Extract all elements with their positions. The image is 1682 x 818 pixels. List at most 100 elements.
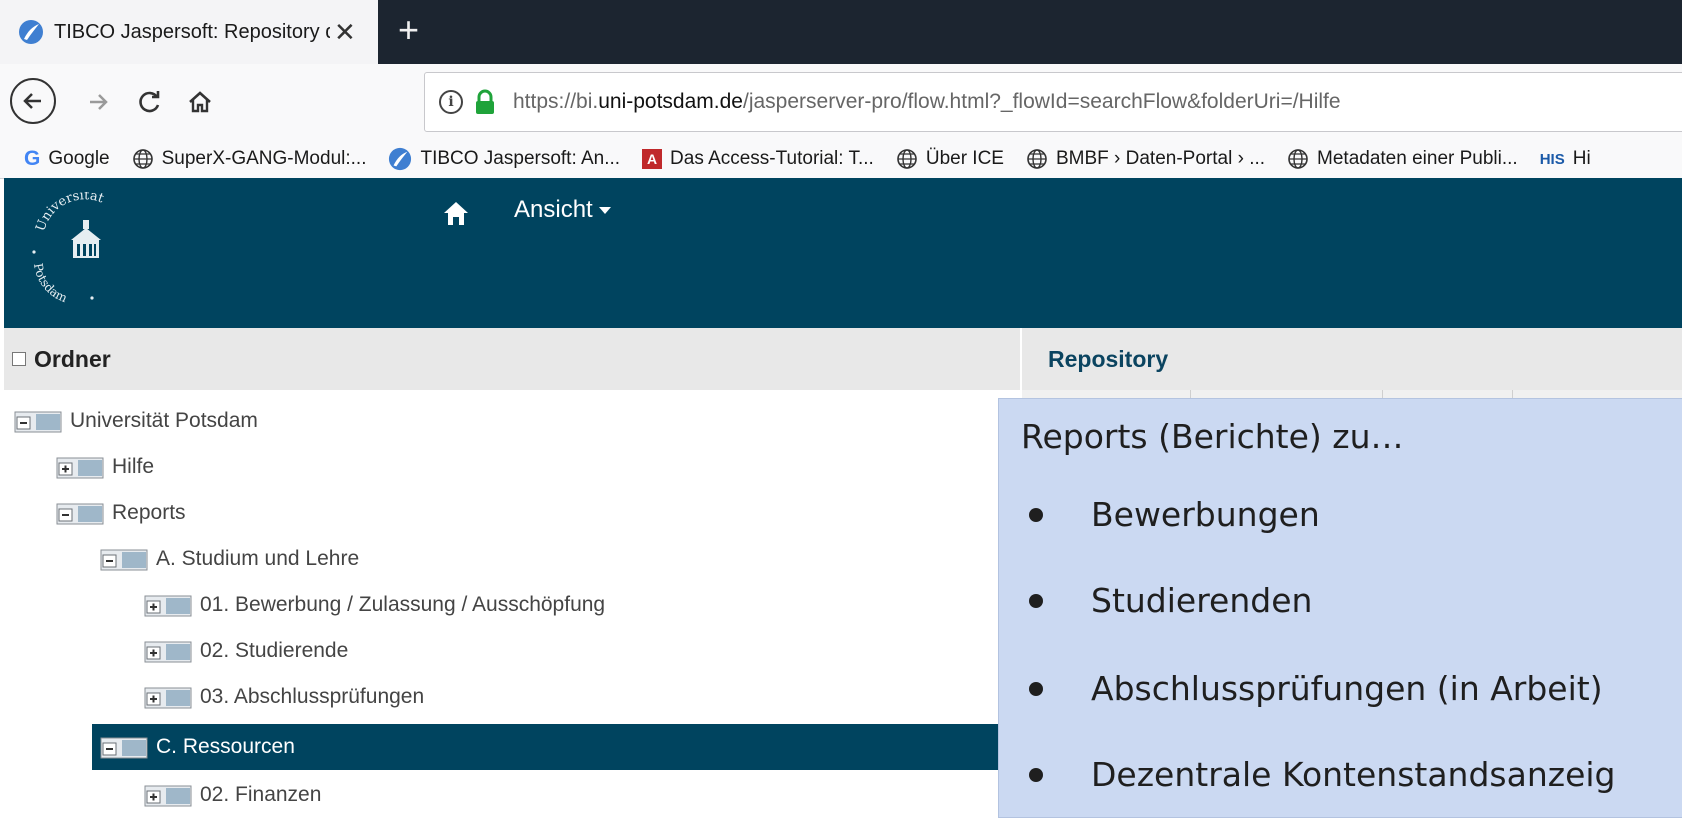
- folder-panel-header: Ordner: [4, 328, 1020, 390]
- folder-open-icon: [56, 503, 104, 525]
- bookmark-ice[interactable]: Über ICE: [896, 148, 1004, 170]
- bookmark-bmbf[interactable]: BMBF › Daten-Portal › ...: [1026, 148, 1265, 170]
- tree-node-label: 03. Abschlussprüfungen: [200, 685, 425, 708]
- tree-node-abschlusspruefungen[interactable]: 03. Abschlussprüfungen: [144, 674, 424, 720]
- arrow-left-icon: [23, 93, 41, 109]
- bookmark-google[interactable]: G Google: [24, 147, 110, 171]
- forward-button[interactable]: [78, 82, 118, 122]
- url-bar[interactable]: i https://bi.uni-potsdam.de/jasperserver…: [424, 72, 1682, 132]
- overlay-item-label: Abschlussprüfungen (in Arbeit): [1091, 669, 1603, 708]
- browser-tab[interactable]: TIBCO Jaspersoft: Repository du ✕: [0, 0, 378, 64]
- logo-text-bottom: Potsdam: [31, 262, 70, 305]
- tree-node-label: Universität Potsdam: [70, 409, 258, 432]
- tree-node-reports[interactable]: Reports: [56, 490, 186, 536]
- url-text: https://bi.uni-potsdam.de/jasperserver-p…: [513, 90, 1341, 114]
- ansicht-label: Ansicht: [514, 196, 593, 223]
- his-icon: HIS: [1539, 150, 1565, 168]
- bookmark-label: Über ICE: [925, 148, 1004, 169]
- bullet-icon: [1029, 593, 1043, 608]
- back-button[interactable]: [10, 78, 56, 124]
- app-header: Universität Potsdam Ansicht: [4, 178, 1682, 328]
- jaspersoft-icon: [19, 20, 43, 44]
- tree-node-universitaet-potsdam[interactable]: Universität Potsdam: [14, 398, 258, 444]
- svg-text:Potsdam: Potsdam: [31, 262, 70, 305]
- arrow-right-icon: [90, 94, 108, 110]
- repository-panel-title: Repository: [1048, 345, 1169, 372]
- folder-open-icon: [14, 411, 62, 433]
- column-header-strip: [1022, 390, 1682, 398]
- overlay-list-item: Abschlussprüfungen (in Arbeit): [1021, 669, 1603, 708]
- globe-icon: [897, 149, 917, 169]
- folder-panel-title: Ordner: [34, 345, 111, 372]
- globe-icon: [132, 149, 153, 169]
- overlay-heading: Reports (Berichte) zu…: [1021, 417, 1404, 456]
- close-tab-icon[interactable]: ✕: [334, 17, 356, 48]
- collapse-panel-icon[interactable]: [12, 352, 26, 366]
- bookmark-access[interactable]: A Das Access-Tutorial: T...: [642, 148, 874, 170]
- folder-closed-icon: [144, 595, 192, 617]
- tree-node-hilfe[interactable]: Hilfe: [56, 444, 154, 490]
- folder-open-icon: [100, 737, 148, 759]
- column-divider: [1190, 390, 1191, 398]
- bookmark-superx[interactable]: SuperX-GANG-Modul:...: [132, 148, 367, 170]
- bookmark-label: Das Access-Tutorial: T...: [670, 148, 874, 169]
- bookmark-label: Hi: [1572, 148, 1591, 169]
- overlay-list-item: Dezentrale Kontenstandsanzeig: [1021, 755, 1616, 794]
- bookmark-label: BMBF › Daten-Portal › ...: [1055, 148, 1266, 169]
- jaspersoft-icon: [389, 147, 412, 171]
- google-icon: G: [24, 147, 41, 170]
- tree-node-label: C. Ressourcen: [156, 735, 295, 758]
- bookmark-jaspersoft[interactable]: TIBCO Jaspersoft: An...: [388, 147, 620, 171]
- folder-closed-icon: [144, 687, 192, 709]
- reports-overlay: Reports (Berichte) zu… Bewerbungen Studi…: [998, 398, 1682, 818]
- globe-icon: [1027, 149, 1047, 169]
- tree-node-label: Hilfe: [112, 455, 155, 478]
- home-button[interactable]: [180, 82, 220, 122]
- ansicht-menu[interactable]: Ansicht: [514, 196, 611, 224]
- tree-node-label: A. Studium und Lehre: [156, 547, 360, 570]
- folder-closed-icon: [144, 785, 192, 807]
- column-divider: [1512, 390, 1513, 398]
- tree-node-finanzen[interactable]: 02. Finanzen: [144, 772, 321, 818]
- tree-node-studium-und-lehre[interactable]: A. Studium und Lehre: [100, 536, 359, 582]
- bookmark-label: TIBCO Jaspersoft: An...: [420, 148, 621, 169]
- bookmarks-bar: G Google SuperX-GANG-Modul:... TIBCO Jas…: [0, 140, 1682, 179]
- overlay-list-item: Bewerbungen: [1021, 495, 1320, 534]
- repository-panel-header: Repository: [1022, 328, 1682, 390]
- bookmark-label: Google: [48, 148, 110, 169]
- overlay-item-label: Dezentrale Kontenstandsanzeig: [1091, 755, 1616, 794]
- bookmark-metadaten[interactable]: Metadaten einer Publi...: [1287, 148, 1518, 170]
- tree-node-studierende[interactable]: 02. Studierende: [144, 628, 348, 674]
- tree-node-label: 02. Studierende: [200, 639, 349, 662]
- lock-icon[interactable]: [473, 89, 497, 115]
- url-domain: uni-potsdam.de: [598, 90, 743, 113]
- tree-node-ressourcen[interactable]: C. Ressourcen: [92, 724, 1020, 770]
- home-icon[interactable]: [442, 200, 470, 226]
- navigation-bar: i https://bi.uni-potsdam.de/jasperserver…: [0, 64, 1682, 140]
- info-icon[interactable]: i: [439, 90, 463, 114]
- university-logo[interactable]: Universität Potsdam: [22, 192, 142, 312]
- tree-node-bewerbung[interactable]: 01. Bewerbung / Zulassung / Ausschöpfung: [144, 582, 605, 628]
- bookmark-label: SuperX-GANG-Modul:...: [161, 148, 367, 169]
- svg-text:Universität: Universität: [33, 192, 106, 233]
- logo-text-top: Universität: [33, 192, 106, 233]
- folder-open-icon: [100, 549, 148, 571]
- column-divider: [1382, 390, 1383, 398]
- bullet-icon: [1029, 767, 1043, 782]
- tree-node-label: 01. Bewerbung / Zulassung / Ausschöpfung: [200, 593, 606, 616]
- bullet-icon: [1029, 507, 1043, 522]
- access-icon: A: [642, 149, 663, 169]
- home-icon: [189, 91, 211, 113]
- bookmark-label: Metadaten einer Publi...: [1317, 148, 1518, 169]
- bookmark-his[interactable]: HIS Hi: [1540, 148, 1591, 170]
- overlay-item-label: Bewerbungen: [1091, 495, 1320, 534]
- url-path: /jasperserver-pro/flow.html?_flowId=sear…: [742, 90, 1341, 113]
- tab-strip: TIBCO Jaspersoft: Repository du ✕ +: [0, 0, 1682, 64]
- chevron-down-icon: [598, 206, 611, 214]
- globe-icon: [1288, 149, 1308, 169]
- reload-button[interactable]: [130, 82, 170, 122]
- url-prefix: https://bi.: [513, 90, 599, 113]
- bullet-icon: [1029, 681, 1043, 696]
- folder-closed-icon: [56, 457, 104, 479]
- new-tab-button[interactable]: +: [398, 10, 419, 50]
